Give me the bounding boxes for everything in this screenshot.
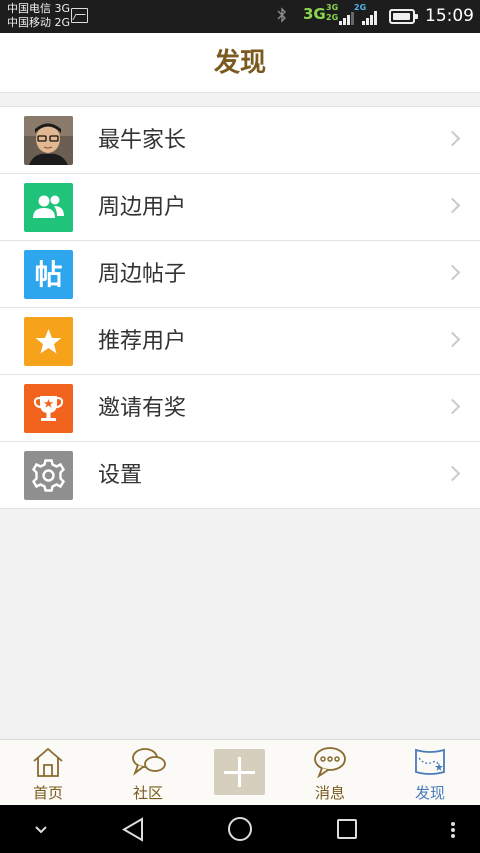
carrier-info: 中国电信 3G 中国移动 2G [7, 2, 70, 30]
more-vertical-icon[interactable] [450, 821, 456, 839]
menu-item-top-parents[interactable]: 最牛家长 [0, 107, 480, 174]
chevron-right-icon [444, 331, 461, 348]
recents-icon[interactable] [336, 818, 358, 840]
bluetooth-icon [277, 7, 287, 27]
menu-item-label: 周边用户 [98, 195, 187, 220]
menu-item-invite-rewards[interactable]: 邀请有奖 [0, 375, 480, 442]
carrier-1: 中国电信 3G [7, 2, 71, 15]
chevron-down-icon[interactable] [34, 825, 48, 834]
plus-icon[interactable] [214, 749, 265, 795]
message-icon [314, 747, 346, 778]
users-icon [24, 183, 73, 232]
menu-item-label: 最牛家长 [98, 128, 187, 153]
image-notification-icon [71, 8, 88, 23]
chevron-right-icon [444, 197, 461, 214]
carrier-2: 中国移动 2G [7, 16, 71, 29]
menu-item-settings[interactable]: 设置 [0, 442, 480, 509]
menu-item-nearby-users[interactable]: 周边用户 [0, 174, 480, 241]
tab-label: 消息 [314, 784, 345, 802]
home-icon [33, 747, 63, 777]
tab-home[interactable]: 首页 [0, 740, 96, 806]
chevron-right-icon [444, 465, 461, 482]
chevron-right-icon [444, 264, 461, 281]
signal-strength-1-icon [339, 9, 354, 25]
chevron-right-icon [444, 398, 461, 415]
post-tie-icon: 帖 [24, 250, 73, 299]
menu-item-recommended-users[interactable]: 推荐用户 [0, 308, 480, 375]
page-title: 发现 [213, 48, 266, 78]
network-type: 3G [303, 5, 326, 23]
bottom-tab-bar: 首页 社区 消息 发现 [0, 739, 480, 805]
trophy-icon [24, 384, 73, 433]
menu-item-label: 设置 [98, 463, 143, 488]
menu-item-label: 周边帖子 [98, 262, 187, 287]
chevron-right-icon [444, 130, 461, 147]
tab-label: 首页 [32, 784, 63, 802]
tab-messages[interactable]: 消息 [282, 740, 378, 806]
system-navigation-bar [0, 805, 480, 853]
clock: 15:09 [425, 6, 474, 26]
map-flag-icon [415, 748, 445, 775]
status-bar: 中国电信 3G 中国移动 2G 3G 3G 2G 2G 15:09 [0, 0, 480, 33]
gear-icon [24, 451, 73, 500]
header: 发现 [0, 33, 480, 93]
menu-item-label: 邀请有奖 [98, 396, 187, 421]
dual-sim-indicator: 3G 2G [326, 3, 339, 22]
battery-icon [389, 9, 418, 24]
tab-discover[interactable]: 发现 [382, 740, 478, 806]
discover-menu: 最牛家长 周边用户 帖 周边帖子 推荐用户 邀请有奖 设置 [0, 106, 480, 509]
tab-community[interactable]: 社区 [100, 740, 196, 806]
menu-item-nearby-posts[interactable]: 帖 周边帖子 [0, 241, 480, 308]
tab-label: 社区 [132, 784, 163, 802]
home-circle-icon[interactable] [227, 816, 253, 842]
signal-strength-2-icon [362, 9, 377, 25]
tab-label: 发现 [414, 784, 445, 802]
back-icon[interactable] [121, 817, 145, 842]
menu-item-label: 推荐用户 [98, 329, 187, 354]
avatar [24, 116, 73, 165]
chat-bubbles-icon [132, 748, 166, 776]
star-icon [24, 317, 73, 366]
